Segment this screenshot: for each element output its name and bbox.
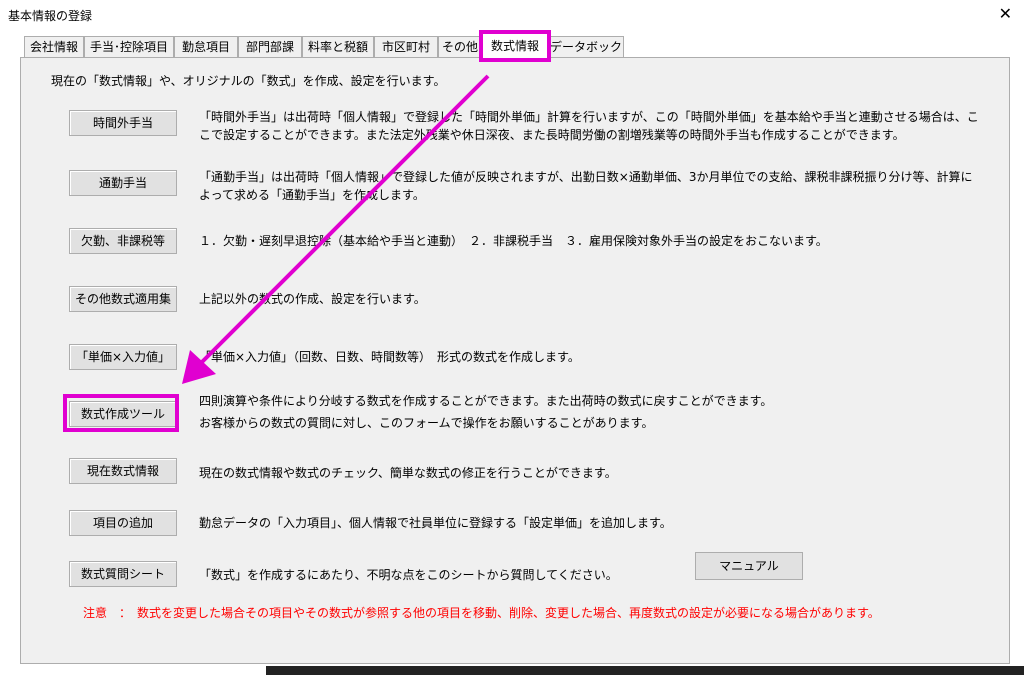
absence-nontax-desc: １．欠勤・遅刻早退控除（基本給や手当と連動） ２．非課税手当 ３．雇用保険対象外… bbox=[199, 234, 828, 248]
taskbar-strip bbox=[266, 666, 1024, 675]
current-formula-desc: 現在の数式情報や数式のチェック、簡単な数式の修正を行うことができます。 bbox=[199, 466, 617, 480]
tab-company-info[interactable]: 会社情報 bbox=[24, 36, 84, 57]
overtime-allowance-desc: 「時間外手当」は出荷時「個人情報」で登録した「時間外単価」計算を行いますが、この… bbox=[199, 110, 979, 142]
title-bar: 基本情報の登録 ✕ bbox=[0, 0, 1024, 30]
tab-municipality[interactable]: 市区町村 bbox=[374, 36, 438, 57]
tab-rates-taxes[interactable]: 料率と税額 bbox=[302, 36, 374, 57]
tab-attendance[interactable]: 勤怠項目 bbox=[174, 36, 238, 57]
add-item-button[interactable]: 項目の追加 bbox=[69, 510, 177, 536]
add-item-desc: 勤怠データの「入力項目」、個人情報で社員単位に登録する「設定単価」を追加します。 bbox=[199, 516, 672, 530]
formula-info-panel: 現在の「数式情報」や、オリジナルの「数式」を作成、設定を行います。 時間外手当 … bbox=[20, 57, 1010, 664]
tab-other[interactable]: その他 bbox=[438, 36, 482, 57]
button-highlight-box bbox=[63, 394, 179, 432]
commute-allowance-desc: 「通勤手当」は出荷時「個人情報」で登録した値が反映されますが、出勤日数×通勤単価… bbox=[199, 170, 973, 202]
current-formula-button[interactable]: 現在数式情報 bbox=[69, 458, 177, 484]
tab-data-box[interactable]: データボックス bbox=[548, 36, 624, 75]
formula-tool-desc: 四則演算や条件により分岐する数式を作成することができます。また出荷時の数式に戻す… bbox=[199, 394, 773, 408]
unit-price-input-button[interactable]: 「単価×入力値」 bbox=[69, 344, 177, 370]
overtime-allowance-button[interactable]: 時間外手当 bbox=[69, 110, 177, 136]
question-sheet-desc: 「数式」を作成するにあたり、不明な点をこのシートから質問してください。 bbox=[199, 568, 618, 582]
absence-nontax-button[interactable]: 欠勤、非課税等 bbox=[69, 228, 177, 254]
manual-button[interactable]: マニュアル bbox=[695, 552, 803, 580]
commute-allowance-button[interactable]: 通勤手当 bbox=[69, 170, 177, 196]
other-formulas-desc: 上記以外の数式の作成、設定を行います。 bbox=[199, 292, 426, 306]
other-formulas-button[interactable]: その他数式適用集 bbox=[69, 286, 177, 312]
tab-allowance-deduction[interactable]: 手当･控除項目 bbox=[84, 36, 174, 57]
formula-tool-desc-2: お客様からの数式の質問に対し、このフォームで操作をお願いすることがあります。 bbox=[199, 416, 654, 430]
question-sheet-button[interactable]: 数式質問シート bbox=[69, 561, 177, 587]
window-title: 基本情報の登録 bbox=[8, 9, 93, 23]
close-icon[interactable]: ✕ bbox=[999, 4, 1012, 23]
tab-highlight-box bbox=[479, 30, 551, 62]
unit-price-input-desc: 「単価×入力値」（回数、日数、時間数等） 形式の数式を作成します。 bbox=[199, 350, 580, 364]
tab-department[interactable]: 部門部課 bbox=[238, 36, 302, 57]
warning-notice: 注意 ： 数式を変更した場合その項目やその数式が参照する他の項目を移動、削除、変… bbox=[83, 606, 880, 620]
intro-text: 現在の「数式情報」や、オリジナルの「数式」を作成、設定を行います。 bbox=[51, 74, 446, 88]
